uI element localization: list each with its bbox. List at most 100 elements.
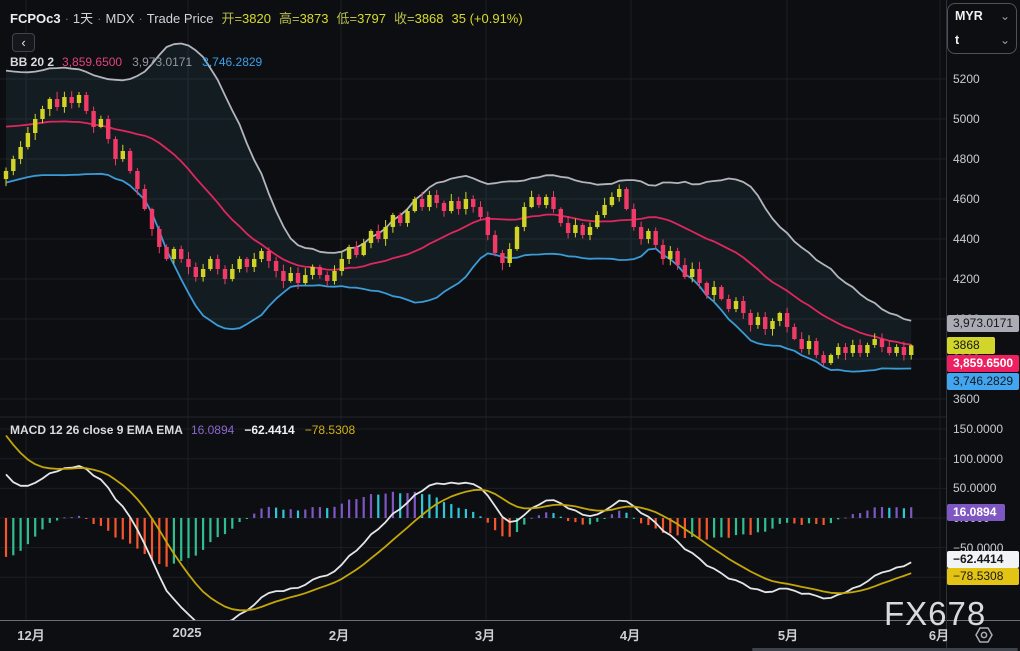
macd-histogram-bar [523,518,525,525]
macd-histogram-bar [567,518,569,521]
candle-body [661,245,665,259]
macd-histogram-bar [56,518,58,521]
macd-histogram-bar [450,504,452,518]
settings-gear-icon[interactable] [971,624,997,646]
macd-histogram-bar [195,518,197,556]
candle-body [807,341,811,349]
candle-body [186,259,190,267]
candle-body [668,251,672,259]
price-tick-label: 5200 [953,71,980,87]
candle-body [763,317,767,329]
candle-body [902,347,906,355]
macd-histogram-bar [545,512,547,518]
candle-body [347,247,351,259]
candle-body [143,189,147,209]
macd-histogram-bar [764,518,766,532]
macd-histogram-bar [78,516,80,518]
candle-body [237,259,241,269]
candle-body [4,171,8,179]
high-value: 3873 [300,11,329,26]
macd-histogram-bar [866,511,868,519]
candle-body [208,259,212,269]
candle-body [18,147,22,159]
candle-body [274,261,278,271]
close-label: 收= [394,11,415,26]
candle-body [77,95,81,103]
bb-upper-tag: 3,973.0171 [947,315,1019,332]
candle-body [223,269,227,279]
candle-body [164,247,168,259]
candle-body [792,327,796,339]
candle-body [194,267,198,277]
price-tick-label: 4600 [953,191,980,207]
candle-body [106,119,110,139]
candle-body [471,199,475,207]
candle-body [383,227,387,239]
macd-histogram-bar [531,518,533,519]
macd-histogram-bar [377,495,379,518]
candle-body [581,225,585,235]
macd-histogram-bar [34,518,36,537]
candle-body [362,243,366,255]
candle-body [26,133,30,147]
macd-line-value: −62.4414 [244,423,294,437]
candle-body [150,209,154,229]
candle-body [712,287,716,295]
price-tick-label: 3600 [953,391,980,407]
candle-body [70,97,74,103]
unit-dropdown[interactable]: t ⌄ [948,28,1016,52]
macd-histogram-bar [823,518,825,525]
candle-body [325,275,329,281]
macd-histogram-bar [231,518,233,529]
candle-body [11,159,15,171]
price-panel [4,44,914,372]
macd-histogram-bar [312,507,314,518]
macd-histogram-bar [253,514,255,518]
time-axis[interactable]: 12月20252月3月4月5月6月 [0,622,946,648]
separator-dot: · [65,11,69,26]
macd-histogram-bar [786,518,788,523]
currency-dropdown[interactable]: MYR ⌄ [948,4,1016,28]
candle-body [413,199,417,211]
price-tick-label: 4400 [953,231,980,247]
candle-body [595,215,599,227]
candle-body [91,111,95,127]
candle-body [369,231,373,243]
candle-body [770,321,774,329]
candle-body [62,97,66,107]
macd-signal-line [6,436,911,611]
bb-indicator-label: BB 20 2 [10,55,54,69]
price-axis[interactable]: 520050004800460044004200400038003600150.… [947,0,1020,620]
macd-histogram-bar [742,518,744,534]
candle-body [851,345,855,353]
price-tick-label: 5000 [953,111,980,127]
macd-histogram-bar [611,514,613,518]
candle-body [376,231,380,239]
candle-body [121,151,125,159]
macd-histogram-bar [910,507,912,518]
candle-body [179,249,183,259]
symbol-header: FCPOc3·1天·MDX·Trade Price开=3820高=3873低=3… [10,8,523,27]
macd-histogram-bar [771,518,773,529]
price-tick-label: 4800 [953,151,980,167]
candle-body [858,345,862,353]
bb-basis-value: 3,859.6500 [62,55,122,69]
macd-histogram-bar [5,518,7,557]
candle-body [880,339,884,347]
main-chart-canvas[interactable] [0,0,946,620]
macd-legend: MACD 12 26 close 9 EMA EMA16.0894−62.441… [10,423,355,437]
macd-histogram-bar [830,518,832,523]
open-label: 开= [221,11,242,26]
macd-histogram-bar [560,517,562,518]
candle-body [529,197,533,207]
macd-histogram-bar [538,515,540,518]
back-button[interactable]: ‹ [12,33,35,52]
candle-body [340,259,344,271]
month-label: 3月 [461,625,509,644]
macd-histogram-bar [209,518,211,542]
candle-body [639,227,643,239]
candle-body [33,119,37,133]
macd-histogram-bar [370,494,372,518]
macd-histogram-bar [844,518,846,519]
month-label: 2月 [315,625,363,644]
